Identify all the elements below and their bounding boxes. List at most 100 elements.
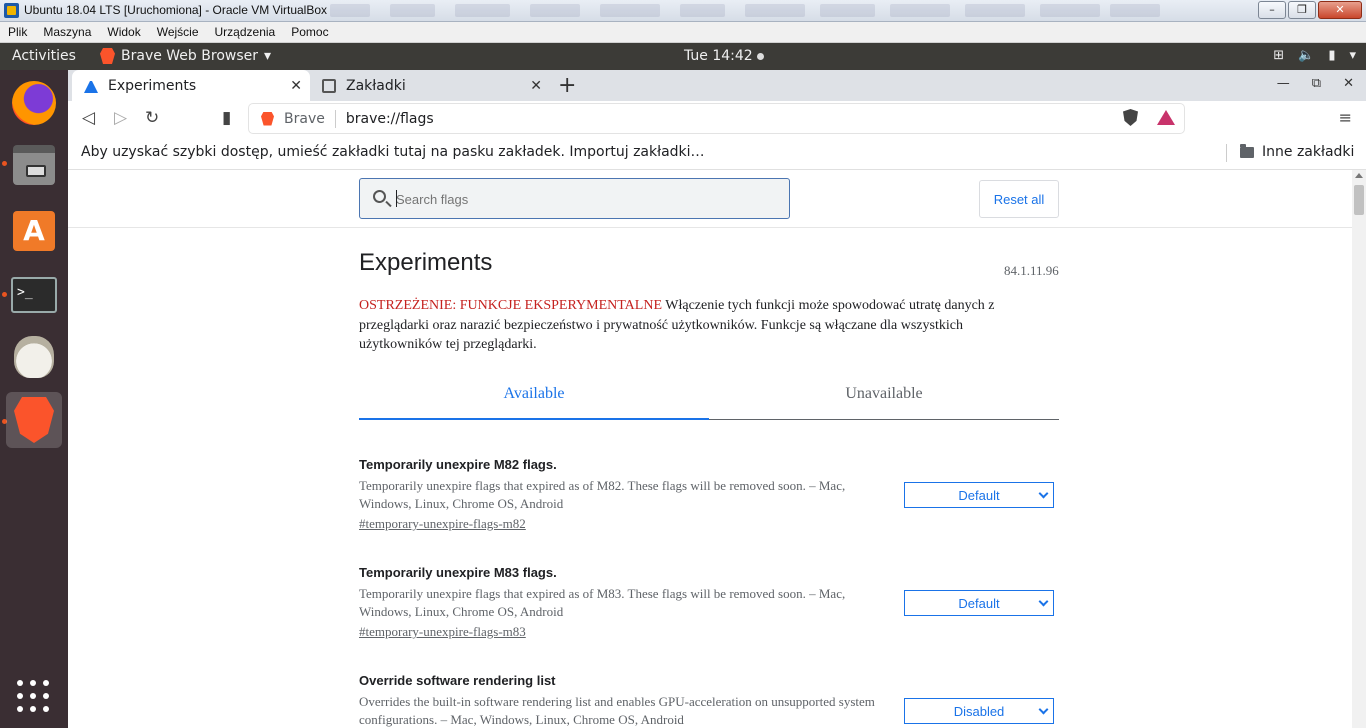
other-bookmarks-label: Inne zakładki (1262, 144, 1355, 160)
scrollbar-thumb[interactable] (1354, 185, 1364, 215)
app-menu[interactable]: Brave Web Browser ▾ (100, 48, 271, 64)
dock-gimp[interactable] (6, 329, 62, 385)
chevron-down-icon: ▾ (264, 48, 272, 64)
flags-page: Reset all Experiments 84.1.11.96 OSTRZEŻ… (68, 170, 1366, 728)
reset-all-button[interactable]: Reset all (979, 180, 1059, 218)
clock[interactable]: Tue 14:42 (684, 48, 764, 64)
vbox-menu-urzadzenia[interactable]: Urządzenia (207, 22, 284, 42)
vbox-minimize-button[interactable]: – (1258, 1, 1286, 19)
flag-name: Temporarily unexpire M83 flags. (359, 565, 557, 580)
activities-button[interactable]: Activities (12, 48, 76, 64)
vbox-menu-bar: Plik Maszyna Widok Wejście Urządzenia Po… (0, 22, 1366, 43)
tab-close-icon[interactable]: ✕ (530, 78, 542, 94)
vbox-menu-widok[interactable]: Widok (99, 22, 148, 42)
ghost-taskbar-item (530, 4, 580, 17)
clock-text: Tue 14:42 (684, 48, 753, 64)
scroll-up-icon[interactable] (1355, 173, 1363, 178)
flag-name: Override software rendering list (359, 673, 556, 688)
ghost-taskbar-item (455, 4, 510, 17)
search-flags-box[interactable] (359, 178, 790, 219)
chevron-down-icon (1038, 704, 1049, 715)
back-button[interactable]: ◁ (82, 108, 95, 128)
flag-select[interactable]: Default (904, 482, 1054, 508)
ghost-taskbar-item (745, 4, 805, 17)
flag-select[interactable]: Disabled (904, 698, 1054, 724)
search-icon (373, 190, 386, 203)
vbox-close-button[interactable]: ✕ (1318, 1, 1362, 19)
bookmark-page-button[interactable]: ▮ (222, 108, 231, 128)
chevron-down-icon: ▾ (1349, 48, 1356, 63)
flag-select-value: Default (958, 595, 1000, 611)
tab-label: Zakładki (346, 77, 406, 94)
flag-item: Override software rendering list Overrid… (359, 673, 1059, 727)
firefox-icon (12, 81, 56, 125)
address-scheme-label: Brave (284, 110, 325, 127)
show-applications-icon[interactable] (17, 680, 49, 712)
browser-toolbar: ◁ ▷ ↻ ▮ Brave brave://flags ≡ (68, 101, 1366, 137)
dock-firefox[interactable] (6, 75, 62, 131)
address-bar[interactable]: Brave brave://flags (249, 104, 1184, 133)
ghost-taskbar-item (1040, 4, 1100, 17)
tab-zakladki[interactable]: Zakładki ✕ (310, 70, 550, 101)
vbox-title-bar: Ubuntu 18.04 LTS [Uruchomiona] - Oracle … (0, 0, 1366, 22)
tab-experiments[interactable]: Experiments ✕ (72, 70, 310, 101)
vbox-menu-plik[interactable]: Plik (0, 22, 35, 42)
tab-available[interactable]: Available (359, 375, 709, 420)
flag-link[interactable]: #temporary-unexpire-flags-m82 (359, 516, 526, 532)
vbox-menu-pomoc[interactable]: Pomoc (283, 22, 336, 42)
ghost-taskbar-item (965, 4, 1025, 17)
brave-lion-icon (261, 111, 274, 126)
ghost-taskbar-item (390, 4, 435, 17)
warning-label: OSTRZEŻENIE: FUNKCJE EKSPERYMENTALNE (359, 298, 662, 313)
tab-unavailable[interactable]: Unavailable (709, 375, 1059, 420)
experimental-warning: OSTRZEŻENIE: FUNKCJE EKSPERYMENTALNE Włą… (359, 296, 999, 355)
browser-window-controls: — ⧉ ✕ (1277, 76, 1354, 91)
dock-terminal[interactable]: >_ (6, 267, 62, 323)
bookmarks-bar: Aby uzyskać szybki dostęp, umieść zakład… (68, 137, 1366, 170)
vbox-window-controls: – ❐ ✕ (1258, 1, 1362, 19)
dock-software-store[interactable]: A (6, 203, 62, 259)
vbox-restore-button[interactable]: ❐ (1288, 1, 1316, 19)
chevron-down-icon (1038, 488, 1049, 499)
brave-icon (14, 397, 54, 443)
address-url[interactable]: brave://flags (346, 111, 434, 127)
flag-item: Temporarily unexpire M83 flags. Temporar… (359, 565, 1059, 639)
flask-icon (84, 79, 98, 93)
app-menu-label: Brave Web Browser (121, 48, 258, 64)
vbox-menu-wejscie[interactable]: Wejście (149, 22, 207, 42)
tab-close-icon[interactable]: ✕ (290, 78, 302, 94)
new-tab-button[interactable]: + (558, 73, 576, 98)
dock-brave[interactable] (6, 392, 62, 448)
vbox-menu-maszyna[interactable]: Maszyna (35, 22, 99, 42)
vbox-window-title: Ubuntu 18.04 LTS [Uruchomiona] - Oracle … (24, 3, 328, 17)
network-icon: ⊞ (1273, 48, 1285, 63)
page-scrollbar[interactable] (1352, 170, 1366, 728)
dock-files[interactable] (6, 137, 62, 193)
system-tray[interactable]: ⊞ 🔈 ▮ ▾ (1273, 48, 1356, 63)
version-label: 84.1.11.96 (1004, 263, 1059, 278)
browser-maximize-button[interactable]: ⧉ (1312, 76, 1321, 91)
browser-minimize-button[interactable]: — (1277, 76, 1290, 91)
browser-close-button[interactable]: ✕ (1343, 76, 1354, 91)
brave-rewards-icon[interactable] (1157, 110, 1175, 125)
bookmarks-bar-hint[interactable]: Aby uzyskać szybki dostęp, umieść zakład… (81, 144, 705, 160)
forward-button[interactable]: ▷ (114, 108, 127, 128)
flag-link[interactable]: #temporary-unexpire-flags-m83 (359, 624, 526, 640)
browser-menu-button[interactable]: ≡ (1339, 108, 1352, 127)
battery-icon: ▮ (1328, 48, 1336, 63)
ghost-taskbar-item (1110, 4, 1160, 17)
text-caret (396, 190, 397, 207)
notification-dot-icon (756, 52, 764, 60)
page-title: Experiments (359, 249, 493, 276)
reload-button[interactable]: ↻ (145, 108, 159, 128)
terminal-icon: >_ (11, 277, 57, 313)
gimp-icon (14, 336, 54, 378)
ghost-taskbar-item (820, 4, 875, 17)
flag-item: Temporarily unexpire M82 flags. Temporar… (359, 457, 1059, 531)
other-bookmarks-button[interactable]: Inne zakładki (1240, 143, 1355, 160)
search-flags-input[interactable] (396, 189, 776, 209)
flag-select-value: Disabled (953, 703, 1005, 719)
flag-select[interactable]: Default (904, 590, 1054, 616)
ubuntu-dock: A >_ (0, 70, 68, 728)
virtualbox-icon (4, 3, 19, 18)
